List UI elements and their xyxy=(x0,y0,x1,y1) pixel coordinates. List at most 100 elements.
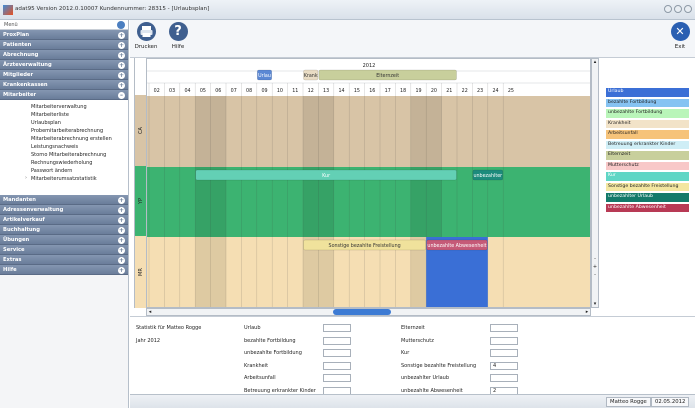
sidebar-section-label: Krankenkassen xyxy=(3,82,48,88)
stat-value-field[interactable] xyxy=(323,361,351,370)
scroll-down-icon[interactable]: ▾ xyxy=(592,301,598,307)
sidebar-item[interactable]: Mitarbeiterverwaltung xyxy=(0,103,128,111)
sidebar-item[interactable]: Mitarbeiterliste xyxy=(0,111,128,119)
scroll-left-icon[interactable]: ◂ xyxy=(147,309,153,315)
day-header: 07 xyxy=(231,88,237,94)
absence-bar-label: unbezahlte Abwesenheit xyxy=(427,243,486,249)
scroll-right-icon[interactable]: ▸ xyxy=(584,309,590,315)
minimize-icon[interactable] xyxy=(664,5,672,13)
sidebar-section[interactable]: Abrechnung + xyxy=(0,50,128,60)
toolbar: Drucken ? Hilfe ✕ Exit xyxy=(130,20,695,58)
sidebar-section-label: Ärzteverwaltung xyxy=(3,62,52,68)
plan-canvas[interactable]: 2012Mai020304050607080910111213141516171… xyxy=(147,59,591,308)
expand-icon[interactable]: + xyxy=(118,266,125,274)
sidebar-item[interactable]: Rechnungswiederholung xyxy=(0,159,128,167)
stat-value-field[interactable] xyxy=(323,336,351,345)
sidebar-section[interactable]: Patienten + xyxy=(0,40,128,50)
zoom-controls[interactable]: - + - xyxy=(592,255,598,279)
collapse-menu-icon[interactable] xyxy=(117,21,125,29)
weekend-cell xyxy=(210,96,226,167)
sidebar-section[interactable]: Mitarbeiter – xyxy=(0,90,128,100)
stat-value-field[interactable] xyxy=(490,336,518,345)
stat-label: unbezahlter Urlaub xyxy=(401,375,450,381)
sidebar-section-label: Mitarbeiter xyxy=(3,92,37,98)
absence-bar-label: Krank xyxy=(304,73,318,79)
horizontal-scroll-thumb[interactable] xyxy=(333,309,391,315)
horizontal-scrollbar[interactable]: ◂ ▸ xyxy=(146,308,591,316)
sidebar-section[interactable]: Extras + xyxy=(0,255,128,265)
stat-value-field[interactable] xyxy=(323,349,351,357)
sidebar-item[interactable]: Mitarbeiterabrechnung erstellen xyxy=(0,135,128,143)
stat-value-field[interactable] xyxy=(323,324,351,332)
expand-icon[interactable]: + xyxy=(118,31,125,39)
sidebar-section[interactable]: Übungen + xyxy=(0,235,128,245)
stat-label: Betreuung erkrankter Kinder xyxy=(244,387,316,394)
day-header: 03 xyxy=(169,88,175,94)
sidebar-section[interactable]: Buchhaltung + xyxy=(0,225,128,235)
help-button[interactable]: ? Hilfe xyxy=(166,22,190,50)
expand-icon[interactable]: + xyxy=(118,236,125,244)
scroll-up-icon[interactable]: ▴ xyxy=(592,59,598,65)
sidebar-section-label: Artikelverkauf xyxy=(3,217,45,223)
stat-value-field[interactable]: 4 xyxy=(490,361,518,370)
expand-icon[interactable]: + xyxy=(118,51,125,59)
expand-icon[interactable]: + xyxy=(118,226,125,234)
sidebar-item[interactable]: Storno Mitarbeiterabrechnung xyxy=(0,151,128,159)
sidebar-section-label: ProxPlan xyxy=(3,32,30,38)
help-label: Hilfe xyxy=(171,44,185,50)
day-header: 20 xyxy=(431,88,437,94)
stat-value-field[interactable] xyxy=(323,374,351,382)
sidebar-item[interactable]: Probemitarbeiterabrechnung xyxy=(0,127,128,135)
legend-item: Arbeitsunfall xyxy=(606,130,689,139)
statistics-panel: Statistik für Matteo Rogge Jahr 2012 Url… xyxy=(130,316,695,395)
expand-icon[interactable]: + xyxy=(118,61,125,69)
sidebar-section[interactable]: Mitglieder + xyxy=(0,70,128,80)
stat-label: Mutterschutz xyxy=(401,337,434,344)
weekend-cell xyxy=(318,96,334,167)
sidebar-section[interactable]: Krankenkassen + xyxy=(0,80,128,90)
expand-icon[interactable]: – xyxy=(118,91,125,99)
legend-item: unbezahlter Urlaub xyxy=(606,193,689,202)
sidebar-item[interactable]: Leistungsnachweis xyxy=(0,143,128,151)
sidebar-item[interactable]: Mitarbeiterumsatzstatistik xyxy=(0,175,128,183)
sidebar-item[interactable]: Passwort ändern xyxy=(0,167,128,175)
close-window-icon[interactable] xyxy=(684,5,692,13)
day-header: 23 xyxy=(477,88,483,94)
vacation-plan-grid[interactable]: 2012Mai020304050607080910111213141516171… xyxy=(146,58,591,308)
sidebar-section[interactable]: Adressenverwaltung + xyxy=(0,205,128,215)
expand-icon[interactable]: + xyxy=(118,196,125,204)
expand-icon[interactable]: + xyxy=(118,256,125,264)
day-header: 09 xyxy=(261,88,267,94)
sidebar-section-label: Hilfe xyxy=(3,267,17,273)
sidebar-section[interactable]: Artikelverkauf + xyxy=(0,215,128,225)
sidebar-section[interactable]: ProxPlan + xyxy=(0,30,128,40)
legend-item: unbezahlte Fortbildung xyxy=(606,109,689,118)
exit-button[interactable]: ✕ Exit xyxy=(670,22,690,50)
maximize-icon[interactable] xyxy=(674,5,682,13)
stat-value-field[interactable] xyxy=(490,324,518,332)
print-button[interactable]: Drucken xyxy=(132,22,160,50)
sidebar-section[interactable]: Ärzteverwaltung + xyxy=(0,60,128,70)
expand-icon[interactable]: + xyxy=(118,71,125,79)
day-header: 25 xyxy=(508,88,514,94)
sidebar-item[interactable]: Urlaubsplan xyxy=(0,119,128,127)
sidebar-section[interactable]: Mandanten + xyxy=(0,195,128,205)
expand-icon[interactable]: + xyxy=(118,246,125,254)
expand-icon[interactable]: + xyxy=(118,81,125,89)
legend-item: bezahlte Fortbildung xyxy=(606,98,689,108)
legend-item: Mutterschutz xyxy=(606,161,689,171)
employee-row-labels: CA YP MR xyxy=(134,58,147,308)
stat-value-field[interactable] xyxy=(490,349,518,357)
day-header: 19 xyxy=(415,88,421,94)
legend-item: Betreuung erkrankter Kinder xyxy=(606,140,689,150)
expand-icon[interactable]: + xyxy=(118,206,125,214)
vertical-scrollbar[interactable]: ▴ ▾ - + - xyxy=(591,58,599,308)
sidebar-section-label: Service xyxy=(3,247,25,253)
sidebar-section[interactable]: Hilfe + xyxy=(0,265,128,275)
expand-icon[interactable]: + xyxy=(118,216,125,224)
stat-value-field[interactable] xyxy=(490,374,518,382)
status-user: Matteo Rogge xyxy=(606,397,651,407)
expand-icon[interactable]: + xyxy=(118,41,125,49)
sidebar-section[interactable]: Service + xyxy=(0,245,128,255)
status-date: 02.05.2012 xyxy=(651,397,690,407)
